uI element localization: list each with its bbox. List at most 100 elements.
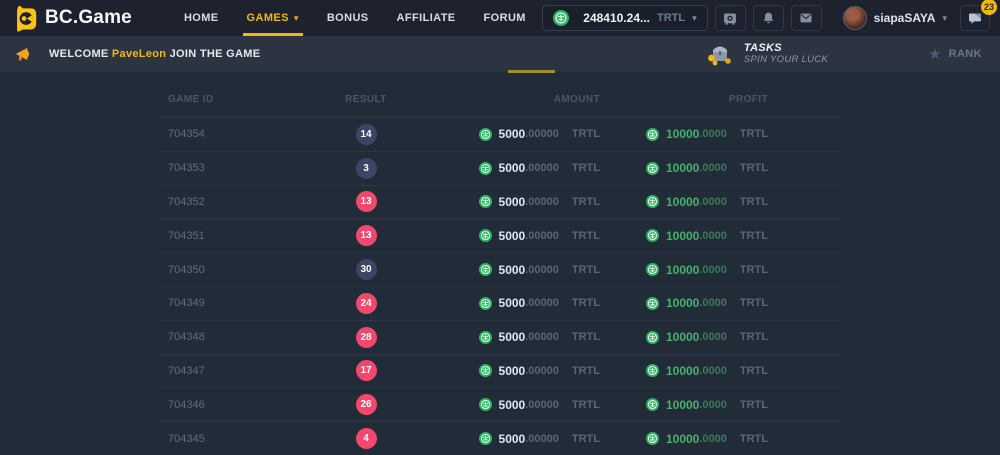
brand-logo[interactable]: BC.Game	[12, 5, 132, 32]
amount-currency: TRTL	[572, 230, 600, 242]
profit-int: 10000	[666, 195, 699, 209]
trtl-coin-icon	[479, 432, 492, 445]
amount-int: 5000	[499, 229, 526, 243]
user-menu[interactable]: siapaSAYA ▾	[843, 6, 947, 30]
amount-currency: TRTL	[572, 297, 600, 309]
main-nav: HOME GAMES▾ BONUS AFFILIATE FORUM	[170, 0, 540, 36]
trtl-coin-icon	[479, 229, 492, 242]
profit-int: 10000	[666, 296, 699, 310]
nav-affiliate[interactable]: AFFILIATE	[383, 0, 470, 36]
top-navbar: BC.Game HOME GAMES▾ BONUS AFFILIATE FORU…	[0, 0, 1000, 36]
tasks-title: TASKS	[744, 42, 828, 55]
table-row[interactable]: 704353 3 5000 .00000 TRTL	[160, 151, 840, 185]
game-id: 704349	[160, 297, 280, 309]
notifications-button[interactable]	[753, 5, 784, 31]
game-id: 704346	[160, 399, 280, 411]
result-badge: 17	[356, 360, 377, 381]
tasks-widget[interactable]: TASKS SPIN YOUR LUCK	[705, 42, 828, 66]
result-badge: 26	[356, 394, 377, 415]
profit-int: 10000	[666, 432, 699, 446]
chat-button[interactable]: 23	[960, 5, 990, 31]
trtl-coin-icon	[479, 331, 492, 344]
main-content: GAME ID RESULT AMOUNT PROFIT 704354 14 5…	[0, 72, 1000, 455]
table-row[interactable]: 704354 14 5000 .00000 TRTL	[160, 117, 840, 151]
game-id: 704348	[160, 331, 280, 343]
header-result: RESULT	[280, 94, 452, 105]
vault-button[interactable]	[715, 5, 746, 31]
trtl-coin-icon	[646, 331, 659, 344]
profit-currency: TRTL	[740, 433, 768, 445]
amount-dec: .00000	[525, 297, 559, 309]
amount-int: 5000	[499, 195, 526, 209]
balance-value: 248410.24...	[583, 11, 650, 25]
tab-indicator	[508, 70, 555, 73]
header-game-id: GAME ID	[160, 94, 280, 105]
amount-currency: TRTL	[572, 264, 600, 276]
rank-widget[interactable]: ★ RANK	[928, 47, 982, 62]
bets-table: GAME ID RESULT AMOUNT PROFIT 704354 14 5…	[160, 72, 840, 455]
nav-forum[interactable]: FORUM	[470, 0, 540, 36]
username: siapaSAYA	[874, 11, 936, 25]
table-row[interactable]: 704349 24 5000 .00000 TRTL	[160, 286, 840, 320]
amount-currency: TRTL	[572, 433, 600, 445]
game-id: 704351	[160, 230, 280, 242]
banner-right: TASKS SPIN YOUR LUCK ★ RANK	[705, 42, 982, 66]
trtl-coin-icon	[646, 432, 659, 445]
profit-currency: TRTL	[740, 331, 768, 343]
balance-selector[interactable]: 248410.24... TRTL ▾	[542, 5, 707, 31]
amount-int: 5000	[499, 330, 526, 344]
game-id: 704350	[160, 264, 280, 276]
amount-int: 5000	[499, 296, 526, 310]
table-row[interactable]: 704347 17 5000 .00000 TRTL	[160, 354, 840, 388]
table-row[interactable]: 704350 30 5000 .00000 TRTL	[160, 252, 840, 286]
table-row[interactable]: 704351 13 5000 .00000 TRTL	[160, 218, 840, 252]
welcome-suffix: JOIN THE GAME	[170, 48, 261, 60]
result-badge: 28	[356, 327, 377, 348]
table-row[interactable]: 704345 4 5000 .00000 TRTL	[160, 421, 840, 455]
nav-games[interactable]: GAMES▾	[233, 0, 313, 36]
profit-dec: .0000	[699, 365, 727, 377]
table-row[interactable]: 704348 28 5000 .00000 TRTL	[160, 320, 840, 354]
nav-home[interactable]: HOME	[170, 0, 233, 36]
profit-dec: .0000	[699, 162, 727, 174]
nav-bonus[interactable]: BONUS	[313, 0, 383, 36]
amount-currency: TRTL	[572, 128, 600, 140]
result-badge: 13	[356, 225, 377, 246]
trtl-coin-icon	[479, 297, 492, 310]
messages-button[interactable]	[791, 5, 822, 31]
chevron-down-icon: ▾	[294, 13, 299, 24]
profit-int: 10000	[666, 161, 699, 175]
profit-dec: .0000	[699, 128, 727, 140]
profit-currency: TRTL	[740, 196, 768, 208]
game-id: 704354	[160, 128, 280, 140]
table-row[interactable]: 704346 26 5000 .00000 TRTL	[160, 387, 840, 421]
result-badge: 24	[356, 293, 377, 314]
amount-currency: TRTL	[572, 162, 600, 174]
game-id: 704352	[160, 196, 280, 208]
amount-currency: TRTL	[572, 399, 600, 411]
welcome-banner: WELCOME PaveLeon JOIN THE GAME TASKS SPI…	[0, 36, 1000, 72]
trtl-coin-icon	[646, 398, 659, 411]
table-body: 704354 14 5000 .00000 TRTL	[160, 117, 840, 455]
profit-int: 10000	[666, 364, 699, 378]
trtl-coin-icon	[646, 162, 659, 175]
table-header: GAME ID RESULT AMOUNT PROFIT	[160, 82, 840, 117]
profit-dec: .0000	[699, 196, 727, 208]
balance-currency: TRTL	[657, 12, 685, 24]
table-row[interactable]: 704352 13 5000 .00000 TRTL	[160, 185, 840, 219]
trtl-coin-icon	[479, 195, 492, 208]
brand-name: BC.Game	[45, 7, 132, 29]
welcome-message: WELCOME PaveLeon JOIN THE GAME	[14, 45, 260, 63]
amount-dec: .00000	[525, 162, 559, 174]
amount-dec: .00000	[525, 399, 559, 411]
trtl-coin-icon	[646, 364, 659, 377]
profit-currency: TRTL	[740, 399, 768, 411]
profit-currency: TRTL	[740, 297, 768, 309]
chat-unread-badge: 23	[981, 0, 997, 15]
amount-int: 5000	[499, 127, 526, 141]
trtl-coin-icon	[479, 364, 492, 377]
chevron-down-icon: ▾	[692, 13, 697, 24]
trtl-coin-icon	[479, 162, 492, 175]
profit-dec: .0000	[699, 230, 727, 242]
trtl-coin-icon	[479, 263, 492, 276]
